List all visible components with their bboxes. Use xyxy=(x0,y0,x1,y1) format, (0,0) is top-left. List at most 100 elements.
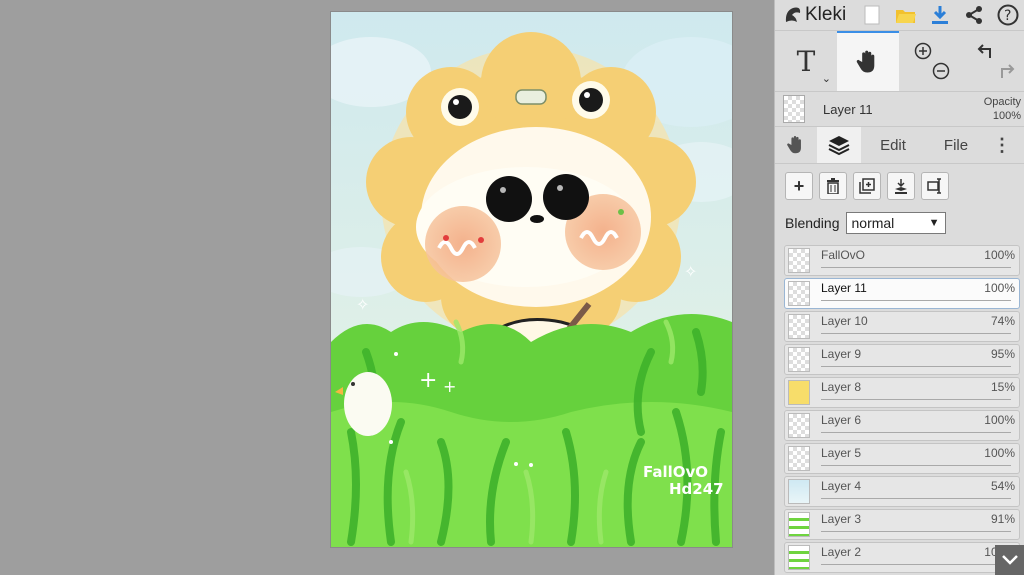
top-bar: Kleki ? xyxy=(775,0,1024,31)
layer-opacity-slider[interactable] xyxy=(821,465,1018,494)
blending-row: Blending normal ▼ xyxy=(775,208,1024,238)
layer-opacity-slider[interactable] xyxy=(821,366,1011,395)
history-controls xyxy=(961,31,1023,91)
hand-tool-button[interactable] xyxy=(837,31,899,91)
layer-thumbnail xyxy=(788,347,810,372)
blending-value: normal xyxy=(851,215,895,231)
layer-opacity: 54% xyxy=(990,479,1015,493)
blending-select[interactable]: normal ▼ xyxy=(845,212,946,234)
layer-actions: + xyxy=(775,164,1024,208)
layer-name: Layer 3 xyxy=(821,512,862,526)
layer-thumbnail xyxy=(788,314,810,339)
svg-text:✧: ✧ xyxy=(356,295,369,314)
zoom-controls xyxy=(899,31,961,91)
layer-thumbnail xyxy=(788,281,810,306)
layer-opacity-slider[interactable] xyxy=(821,564,1011,565)
layer-row[interactable]: Layer 2100% xyxy=(784,542,1020,573)
layer-thumbnail xyxy=(788,479,810,504)
new-image-icon xyxy=(864,5,880,25)
layer-row[interactable]: Layer 11 100% xyxy=(784,278,1020,329)
layer-name: Layer 5 xyxy=(821,446,862,460)
layer-name: Layer 9 xyxy=(821,347,862,361)
kleki-logo-icon xyxy=(785,7,801,22)
svg-text:?: ? xyxy=(1004,8,1011,24)
chevron-down-icon xyxy=(1002,555,1018,565)
layer-row[interactable]: FallOvO 100% xyxy=(784,245,1020,296)
blending-label: Blending xyxy=(785,215,840,231)
add-layer-icon: + xyxy=(793,175,805,196)
layer-row[interactable]: Layer 5 100% xyxy=(784,443,1020,494)
tab-edit[interactable]: Edit xyxy=(861,127,925,163)
opacity-label: Opacity xyxy=(983,96,1021,108)
undo-icon[interactable] xyxy=(977,42,997,60)
tab-file[interactable]: File xyxy=(925,127,987,163)
layer-opacity: 100% xyxy=(984,413,1015,427)
layer-opacity-slider[interactable] xyxy=(821,300,1018,329)
layer-row[interactable]: Layer 8 15% xyxy=(784,377,1020,428)
download-button[interactable] xyxy=(923,0,957,30)
app-logo[interactable]: Kleki xyxy=(775,4,847,26)
scroll-down-button[interactable] xyxy=(995,545,1024,575)
artwork-illustration: ✧ ✧ + + FallOvO Hd247 xyxy=(331,12,732,547)
redo-icon[interactable] xyxy=(995,62,1015,80)
zoom-in-icon[interactable] xyxy=(914,42,932,60)
layer-name: FallOvO xyxy=(821,248,866,262)
layer-opacity-slider[interactable] xyxy=(821,333,1011,362)
new-image-button[interactable] xyxy=(855,0,889,30)
current-layer-name: Layer 11 xyxy=(823,101,873,117)
layer-opacity-slider[interactable] xyxy=(821,399,1011,428)
svg-text:+: + xyxy=(443,377,456,396)
app-name: Kleki xyxy=(805,4,847,25)
merge-down-icon xyxy=(895,179,907,194)
delete-layer-button[interactable] xyxy=(819,172,847,200)
layer-name: Layer 8 xyxy=(821,380,862,394)
panel-tabs: Edit File ⋮ xyxy=(775,127,1024,164)
layer-row[interactable]: Layer 6 100% xyxy=(784,410,1020,461)
layer-thumbnail xyxy=(788,512,810,537)
layer-thumbnail xyxy=(788,446,810,471)
add-layer-button[interactable]: + xyxy=(785,172,813,200)
text-tool-button[interactable]: T ⌄ xyxy=(775,31,837,91)
rename-layer-icon xyxy=(927,178,941,194)
layer-row[interactable]: Layer 9 95% xyxy=(784,344,1020,395)
layer-row[interactable]: Layer 3 91% xyxy=(784,509,1020,560)
layer-name: Layer 2 xyxy=(821,545,862,559)
download-icon xyxy=(932,6,948,24)
layer-opacity: 100% xyxy=(984,446,1015,460)
layer-opacity-slider[interactable] xyxy=(821,531,1011,560)
hand-icon xyxy=(856,50,875,73)
layer-opacity-slider[interactable] xyxy=(821,267,1018,296)
layer-row[interactable]: Layer 4 54% xyxy=(784,476,1020,527)
share-button[interactable] xyxy=(957,0,991,30)
open-folder-icon xyxy=(896,10,916,23)
delete-layer-icon xyxy=(827,178,839,194)
side-panel: Kleki ? T ⌄ Layer 11 Opacity 100% Edit F… xyxy=(774,0,1024,575)
layer-opacity: 95% xyxy=(990,347,1015,361)
duplicate-layer-button[interactable] xyxy=(853,172,881,200)
signature-line1: FallOvO xyxy=(643,463,708,481)
zoom-out-icon[interactable] xyxy=(932,62,950,80)
drawing-canvas-area[interactable]: ✧ ✧ + + FallOvO Hd247 xyxy=(0,0,774,575)
layers-icon xyxy=(828,136,850,156)
layer-thumbnail xyxy=(788,545,810,570)
current-layer-info: Layer 11 Opacity 100% xyxy=(775,92,1024,127)
help-button[interactable]: ? xyxy=(991,0,1024,30)
layer-opacity-slider[interactable] xyxy=(821,498,1011,527)
layer-name: Layer 6 xyxy=(821,413,862,427)
merge-down-button[interactable] xyxy=(887,172,915,200)
layer-opacity: 91% xyxy=(990,512,1015,526)
more-menu-icon[interactable]: ⋮ xyxy=(987,127,1017,163)
rename-layer-button[interactable] xyxy=(921,172,949,200)
layer-thumbnail xyxy=(788,248,810,273)
layer-name: Layer 10 xyxy=(821,314,868,328)
tab-layers[interactable] xyxy=(817,127,861,163)
artwork-canvas[interactable]: ✧ ✧ + + FallOvO Hd247 xyxy=(331,12,732,547)
current-layer-thumbnail xyxy=(783,95,805,123)
layer-row[interactable]: Layer 10 74% xyxy=(784,311,1020,362)
layer-thumbnail xyxy=(788,413,810,438)
opacity-readout: Opacity 100% xyxy=(984,95,1021,123)
tab-hand[interactable] xyxy=(775,127,817,163)
help-icon: ? xyxy=(997,4,1019,26)
open-button[interactable] xyxy=(889,0,923,30)
layer-opacity-slider[interactable] xyxy=(821,432,1018,461)
